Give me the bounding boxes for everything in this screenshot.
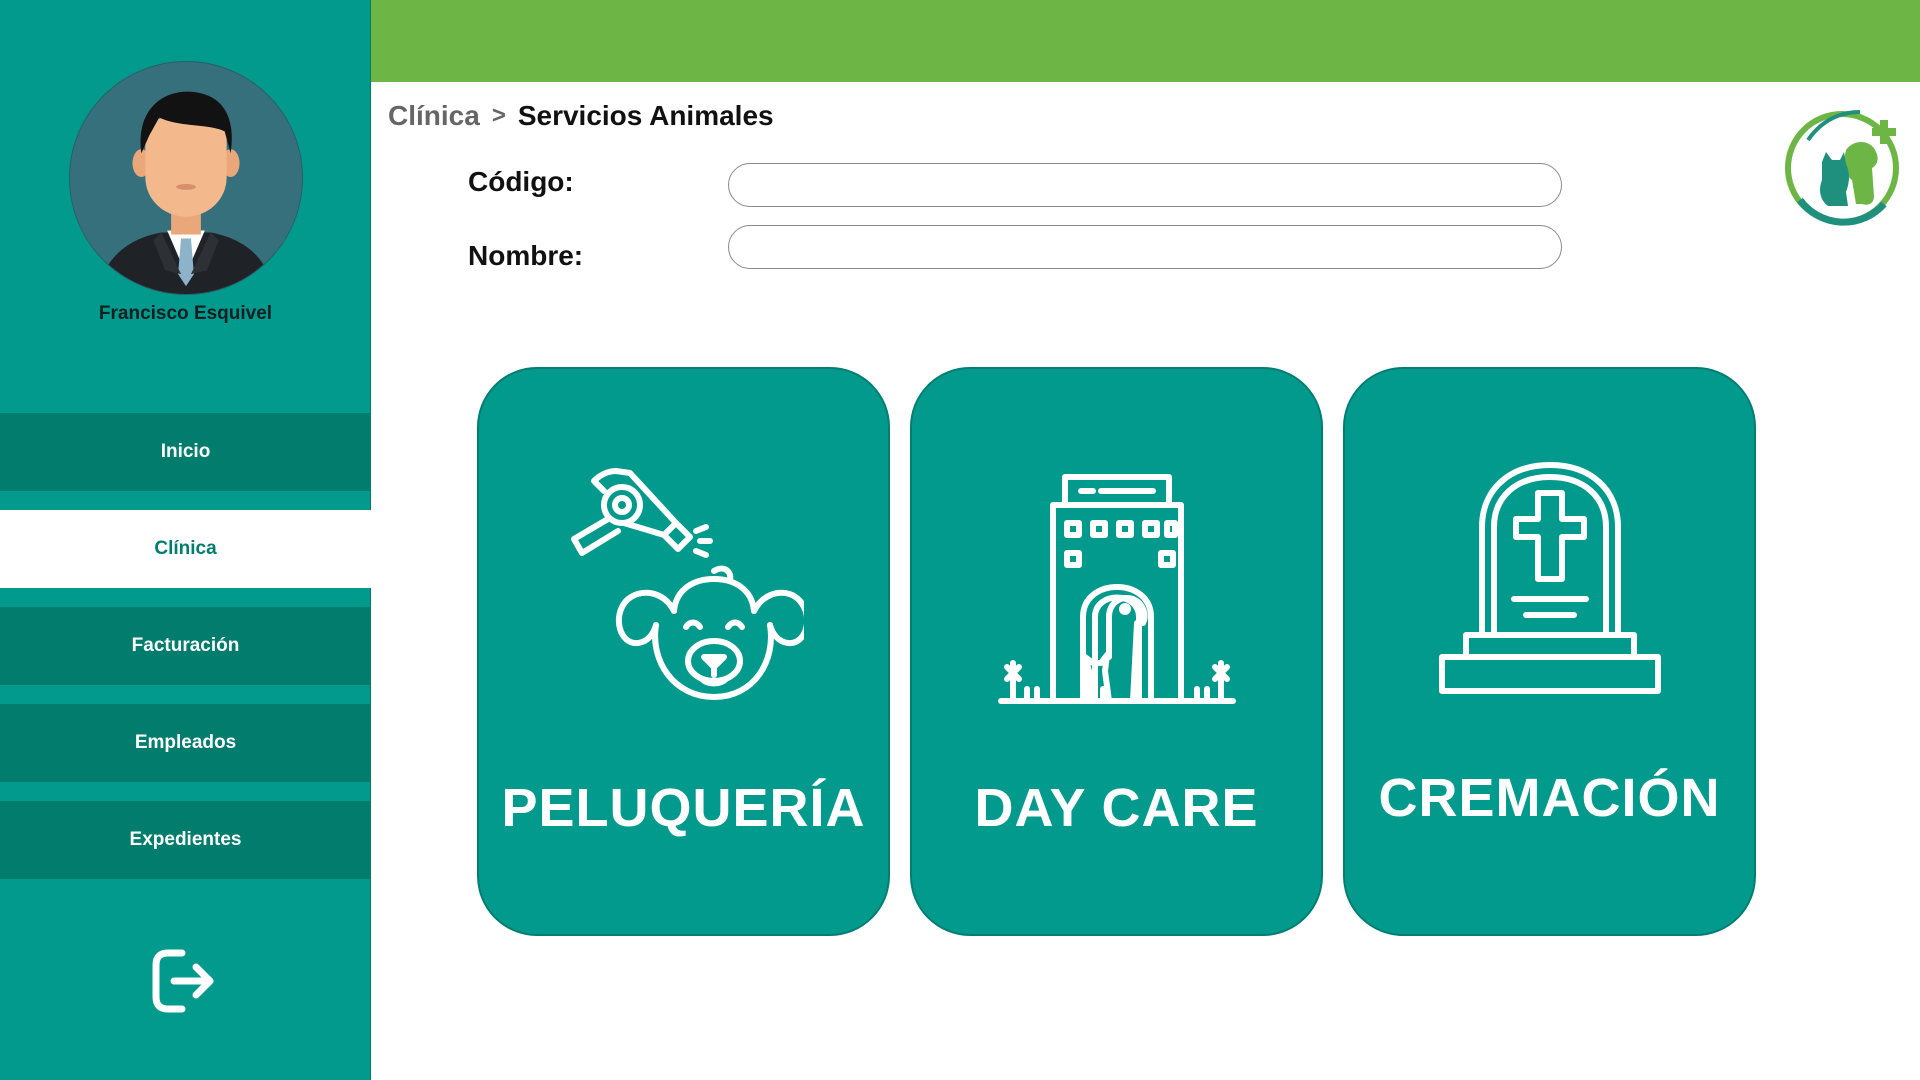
- breadcrumb-parent[interactable]: Clínica: [388, 100, 480, 132]
- name-label: Nombre:: [468, 240, 584, 271]
- sidebar-item-empleados[interactable]: Empleados: [0, 704, 371, 782]
- sidebar: Francisco Esquivel Inicio Clínica Factur…: [0, 0, 371, 1080]
- service-title-day-care: DAY CARE: [974, 778, 1259, 838]
- service-card-cremacion[interactable]: CREMACIÓN: [1343, 367, 1756, 936]
- service-title-cremacion: CREMACIÓN: [1378, 768, 1721, 828]
- tombstone-icon: [1345, 457, 1754, 717]
- sidebar-item-expedientes[interactable]: Expedientes: [0, 801, 371, 879]
- user-avatar: [69, 61, 303, 295]
- sidebar-item-inicio[interactable]: Inicio: [0, 413, 371, 491]
- name-input[interactable]: [728, 225, 1562, 269]
- sidebar-item-facturacion[interactable]: Facturación: [0, 607, 371, 685]
- service-card-day-care[interactable]: DAY CARE: [910, 367, 1323, 936]
- top-bar: [371, 0, 1920, 82]
- logout-icon[interactable]: [148, 945, 220, 1017]
- service-title-peluqueria: PELUQUERÍA: [501, 778, 866, 838]
- pet-daycare-icon: [912, 467, 1321, 707]
- code-input[interactable]: [728, 163, 1562, 207]
- dog-grooming-icon: [479, 461, 888, 711]
- page-title: Servicios Animales: [517, 100, 774, 131]
- user-name: Francisco Esquivel: [98, 303, 273, 324]
- breadcrumb-separator: >: [491, 102, 506, 129]
- clinic-logo: [1780, 100, 1906, 230]
- code-label: Código:: [468, 166, 574, 197]
- service-card-peluqueria[interactable]: PELUQUERÍA: [477, 367, 890, 936]
- sidebar-item-clinica[interactable]: Clínica: [0, 510, 371, 588]
- breadcrumb: Clínica > Servicios Animales: [388, 100, 774, 132]
